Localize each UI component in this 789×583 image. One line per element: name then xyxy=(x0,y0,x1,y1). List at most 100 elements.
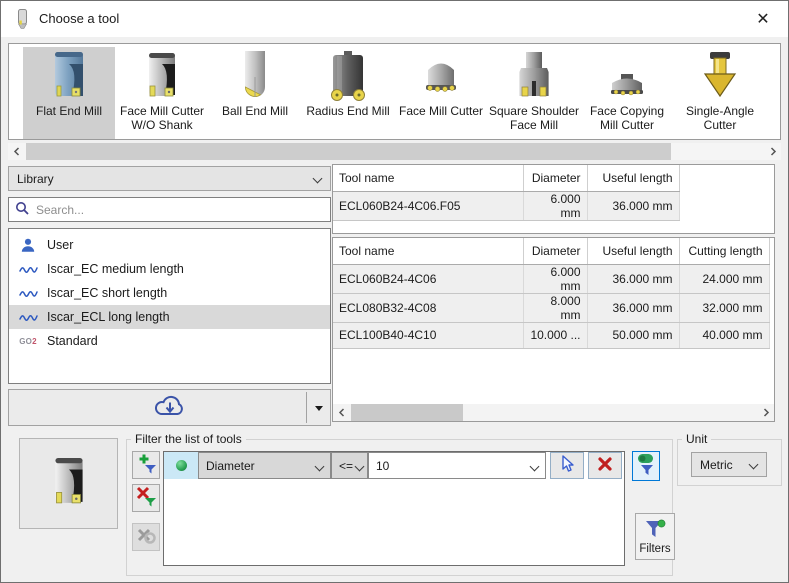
pick-tool-button[interactable] xyxy=(550,452,584,479)
tool-preview-icon xyxy=(45,454,93,513)
filters-button[interactable]: Filters xyxy=(635,513,675,560)
tool-type-toolbar: Flat End Mill Face Mill Cutter W/O Shank… xyxy=(8,43,781,140)
library-source-value: Library xyxy=(17,172,54,186)
dropdown-caret-icon[interactable] xyxy=(315,406,323,411)
tool-list-panel: Tool name Diameter Useful length Cutting… xyxy=(332,237,775,422)
column-header-tool-name[interactable]: Tool name xyxy=(333,238,523,264)
remove-filter-button[interactable] xyxy=(132,484,160,512)
tool-type-label: Face Copying Mill Cutter xyxy=(581,104,673,132)
scroll-right-icon[interactable] xyxy=(764,143,781,160)
enable-filter-toggle-button[interactable] xyxy=(632,451,660,481)
tool-list-scrollbar-thumb[interactable] xyxy=(351,404,463,421)
tool-type-single-angle-cutter[interactable]: Single-Angle Cutter xyxy=(674,47,766,139)
cell-useful-length: 36.000 mm xyxy=(587,191,679,220)
scroll-right-icon[interactable] xyxy=(757,404,774,421)
chevron-down-icon xyxy=(315,462,325,472)
cell-useful-length: 50.000 mm xyxy=(587,322,679,348)
cell-diameter: 6.000 mm xyxy=(523,191,587,220)
ball-end-mill-icon xyxy=(232,49,278,103)
tool-type-flat-end-mill[interactable]: Flat End Mill xyxy=(23,47,115,139)
tool-type-label: Flat End Mill xyxy=(36,104,102,118)
column-header-diameter[interactable]: Diameter xyxy=(523,238,587,264)
filters-icon xyxy=(644,519,667,542)
red-x-icon xyxy=(598,457,612,474)
tool-row[interactable]: ECL080B32-4C08 8.000 mm 36.000 mm 32.000… xyxy=(333,293,769,322)
filter-value-combobox[interactable]: 10 xyxy=(368,452,546,479)
face-copying-mill-cutter-icon xyxy=(604,49,650,103)
selected-tool-row[interactable]: ECL060B24-4C06.F05 6.000 mm 36.000 mm xyxy=(333,191,679,220)
tool-type-face-mill-cutter[interactable]: Face Mill Cutter xyxy=(395,47,487,139)
tree-item-iscar-ec-medium[interactable]: Iscar_EC medium length xyxy=(9,257,330,281)
chevron-down-icon xyxy=(313,174,323,184)
tree-item-label: Iscar_ECL long length xyxy=(47,310,170,324)
flat-end-mill-icon xyxy=(46,49,92,103)
face-mill-wo-shank-icon xyxy=(139,49,185,103)
filter-group-label: Filter the list of tools xyxy=(131,432,246,446)
filter-field-select[interactable]: Diameter xyxy=(198,452,331,479)
tree-item-standard[interactable]: GO2 Standard xyxy=(9,329,330,353)
column-header-useful-length[interactable]: Useful length xyxy=(587,238,679,264)
filters-button-label: Filters xyxy=(639,543,670,555)
tool-type-square-shoulder-face-mill[interactable]: Square Shoulder Face Mill xyxy=(488,47,580,139)
column-header-useful-length[interactable]: Useful length xyxy=(587,165,679,191)
add-filter-icon xyxy=(136,453,157,477)
square-shoulder-face-mill-icon xyxy=(511,49,557,103)
column-header-tool-name[interactable]: Tool name xyxy=(333,165,523,191)
split-divider xyxy=(306,392,307,423)
iscar-logo-icon xyxy=(18,288,38,298)
cursor-icon xyxy=(559,455,575,476)
user-icon xyxy=(18,237,38,253)
unit-group-label: Unit xyxy=(682,432,711,446)
tool-type-radius-end-mill[interactable]: Radius End Mill xyxy=(302,47,394,139)
delete-filter-button[interactable] xyxy=(588,452,622,479)
filter-list: Diameter <= 10 xyxy=(163,451,625,566)
column-header-diameter[interactable]: Diameter xyxy=(523,165,587,191)
cell-tool-name: ECL100B40-4C10 xyxy=(333,322,523,348)
cloud-download-icon xyxy=(153,394,187,422)
filter-row[interactable]: Diameter <= 10 xyxy=(164,452,624,479)
single-angle-cutter-icon xyxy=(697,49,743,103)
add-filter-button[interactable] xyxy=(132,451,160,479)
title-bar: Choose a tool ✕ xyxy=(1,1,788,37)
tool-row[interactable]: ECL060B24-4C06 6.000 mm 36.000 mm 24.000… xyxy=(333,264,769,293)
chevron-down-icon xyxy=(530,462,540,472)
chevron-down-icon xyxy=(355,462,365,472)
filter-group: Filter the list of tools Diameter <= xyxy=(126,439,673,576)
tool-type-face-mill-wo-shank[interactable]: Face Mill Cutter W/O Shank xyxy=(116,47,208,139)
toolbar-scrollbar[interactable] xyxy=(8,143,781,160)
tree-item-label: Iscar_EC short length xyxy=(47,286,167,300)
search-box[interactable] xyxy=(8,197,331,222)
tool-type-label: Radius End Mill xyxy=(306,104,389,118)
column-header-cutting-length[interactable]: Cutting length xyxy=(679,238,769,264)
tree-item-user[interactable]: User xyxy=(9,233,330,257)
download-library-button[interactable] xyxy=(8,389,331,426)
tool-list-scrollbar[interactable] xyxy=(333,404,774,421)
filter-active-cell[interactable] xyxy=(164,452,198,479)
toolbar-scrollbar-thumb[interactable] xyxy=(26,143,671,160)
cell-useful-length: 36.000 mm xyxy=(587,293,679,322)
library-source-select[interactable]: Library xyxy=(8,166,331,191)
tool-row[interactable]: ECL100B40-4C10 10.000 ... 50.000 mm 40.0… xyxy=(333,322,769,348)
tree-item-label: User xyxy=(47,238,73,252)
close-button[interactable]: ✕ xyxy=(750,8,776,30)
choose-a-tool-dialog: Choose a tool ✕ Flat End Mill Face Mill … xyxy=(0,0,789,583)
search-input[interactable] xyxy=(36,203,324,217)
tree-item-iscar-ec-short[interactable]: Iscar_EC short length xyxy=(9,281,330,305)
filter-field-value: Diameter xyxy=(206,459,255,473)
scroll-left-icon[interactable] xyxy=(8,143,25,160)
filter-value: 10 xyxy=(376,459,389,473)
tree-item-iscar-ecl-long[interactable]: Iscar_ECL long length xyxy=(9,305,330,329)
tool-type-face-copying-mill-cutter[interactable]: Face Copying Mill Cutter xyxy=(581,47,673,139)
unit-select[interactable]: Metric xyxy=(691,452,767,477)
tool-type-label: Ball End Mill xyxy=(222,104,288,118)
face-mill-cutter-icon xyxy=(418,49,464,103)
tool-type-ball-end-mill[interactable]: Ball End Mill xyxy=(209,47,301,139)
tool-type-label: Square Shoulder Face Mill xyxy=(488,104,580,132)
unlink-icon xyxy=(136,525,157,549)
cell-tool-name: ECL060B24-4C06.F05 xyxy=(333,191,523,220)
unlink-filter-button xyxy=(132,523,160,551)
chevron-down-icon xyxy=(749,460,759,470)
filter-operator-select[interactable]: <= xyxy=(331,452,368,479)
scroll-left-icon[interactable] xyxy=(333,404,350,421)
radius-end-mill-icon xyxy=(325,49,371,103)
